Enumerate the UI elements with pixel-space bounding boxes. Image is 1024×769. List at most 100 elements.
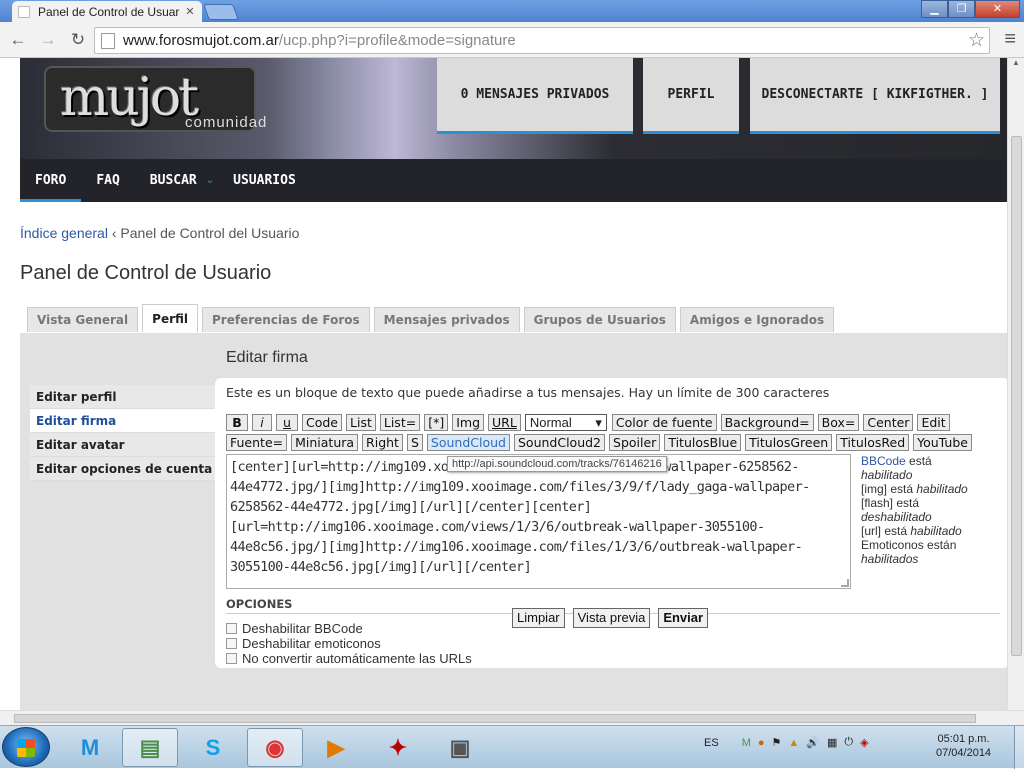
minimize-icon[interactable]: ▁ (921, 0, 948, 18)
movistar-tray-icon[interactable]: M (742, 737, 751, 749)
nav-foro[interactable]: FORO (20, 159, 82, 202)
tab-perfil[interactable]: Perfil (142, 304, 199, 332)
url-button[interactable]: URL (488, 414, 521, 431)
logout-link[interactable]: DESCONECTARTE [ KIKFIGTHER. ] (750, 58, 1000, 134)
flag-tray-icon[interactable]: ⚑ (772, 736, 782, 749)
movistar-icon[interactable]: M (62, 728, 118, 767)
hscroll-thumb[interactable] (14, 714, 976, 723)
resize-handle-icon[interactable] (841, 579, 849, 587)
tab-vista-general[interactable]: Vista General (27, 307, 139, 332)
spoiler-button[interactable]: Spoiler (609, 434, 661, 451)
maximize-icon[interactable]: ❐ (948, 0, 975, 18)
preview-button[interactable]: Vista previa (572, 608, 651, 628)
mujot-app-icon[interactable]: ▣ (432, 728, 488, 767)
nav-faq[interactable]: FAQ (81, 159, 134, 202)
list-item-button[interactable]: [*] (424, 414, 449, 431)
center-button[interactable]: Center (863, 414, 914, 431)
strike-button[interactable]: S (406, 434, 423, 451)
bold-button[interactable]: B (226, 414, 248, 431)
address-bar[interactable]: www.forosmujot.com.ar/ucp.php?i=profile&… (94, 27, 990, 54)
reload-icon[interactable]: ↻ (66, 28, 90, 52)
window-close-icon[interactable]: ✕ (975, 0, 1020, 18)
network-icon[interactable]: ▦ (827, 736, 837, 749)
right-button[interactable]: Right (362, 434, 403, 451)
titulosblue-button[interactable]: TitulosBlue (664, 434, 742, 451)
sidebar-item-editar-avatar[interactable]: Editar avatar (30, 433, 216, 457)
power-icon[interactable]: ⏻ (844, 736, 853, 749)
start-button[interactable] (2, 727, 50, 767)
sidebar-item-editar-opciones[interactable]: Editar opciones de cuenta (30, 457, 216, 481)
browser-toolbar: ← → ↻ www.forosmujot.com.ar/ucp.php?i=pr… (0, 22, 1024, 58)
browser-tab[interactable]: Panel de Control de Usuar ✕ (12, 1, 202, 22)
tab-grupos[interactable]: Grupos de Usuarios (523, 307, 676, 332)
browser-menu-icon[interactable]: ≡ (1004, 28, 1016, 51)
forward-icon[interactable]: → (36, 28, 60, 52)
underline-button[interactable]: u (276, 414, 298, 431)
chrome-icon[interactable]: ◉ (247, 728, 303, 767)
italic-button[interactable]: i (252, 414, 272, 431)
font-color-button[interactable]: Color de fuente (611, 414, 717, 431)
youtube-button[interactable]: YouTube (913, 434, 972, 451)
breadcrumb-current: Panel de Control del Usuario (120, 225, 300, 241)
breadcrumb-home[interactable]: Índice general (20, 225, 108, 241)
bookmark-star-icon[interactable]: ☆ (968, 29, 985, 52)
soundcloud2-button[interactable]: SoundCloud2 (513, 434, 606, 451)
edit-button[interactable]: Edit (917, 414, 950, 431)
soundcloud-button[interactable]: SoundCloud (426, 434, 510, 451)
font-size-select[interactable]: Normal ▾ (524, 414, 607, 431)
show-desktop-button[interactable] (1014, 726, 1024, 769)
scroll-thumb[interactable] (1011, 136, 1022, 656)
security-tray-icon[interactable]: ◈ (860, 736, 868, 749)
tab-mensajes[interactable]: Mensajes privados (373, 307, 520, 332)
nav-buscar[interactable]: BUSCAR (135, 159, 212, 202)
img-button[interactable]: Img (452, 414, 485, 431)
checkbox[interactable] (226, 623, 237, 634)
url-status-value: habilitado (910, 524, 962, 538)
thumbnail-button[interactable]: Miniatura (291, 434, 359, 451)
box-button[interactable]: Box= (817, 414, 860, 431)
option-disable-emoticons[interactable]: Deshabilitar emoticonos (226, 636, 381, 651)
skype-icon[interactable]: S (185, 728, 241, 767)
profile-link[interactable]: PERFIL (643, 58, 739, 134)
list-ordered-button[interactable]: List= (379, 414, 421, 431)
update-tray-icon[interactable]: ▲ (788, 737, 799, 749)
option-disable-bbcode[interactable]: Deshabilitar BBCode (226, 621, 363, 636)
antivirus-tray-icon[interactable]: ● (758, 737, 765, 749)
checkbox[interactable] (226, 653, 237, 664)
vertical-scrollbar[interactable]: ▲ (1007, 58, 1024, 710)
submit-button[interactable]: Enviar (658, 608, 709, 628)
signature-textarea[interactable]: [center][url=http://img109.xooi wallpaper… (226, 454, 851, 589)
media-player-icon[interactable]: ▶ (308, 728, 364, 767)
tab-amigos[interactable]: Amigos e Ignorados (679, 307, 835, 332)
bbcode-help-link[interactable]: BBCode (861, 454, 906, 468)
notepad-icon[interactable]: ▤ (122, 728, 178, 767)
private-messages-link[interactable]: 0 MENSAJES PRIVADOS (437, 58, 633, 134)
scroll-up-icon[interactable]: ▲ (1008, 58, 1024, 72)
clear-button[interactable]: Limpiar (512, 608, 565, 628)
tab-close-icon[interactable]: ✕ (184, 5, 196, 18)
code-button[interactable]: Code (302, 414, 343, 431)
new-tab-button[interactable] (203, 4, 239, 20)
site-logo-subtitle: comunidad (185, 114, 268, 131)
option-no-auto-urls[interactable]: No convertir automáticamente las URLs (226, 651, 472, 666)
background-button[interactable]: Background= (720, 414, 814, 431)
chevron-down-icon[interactable]: ⌄ (206, 175, 214, 186)
horizontal-scrollbar[interactable] (0, 710, 1024, 725)
titulosred-button[interactable]: TitulosRed (836, 434, 910, 451)
clock[interactable]: 05:01 p.m. 07/04/2014 (936, 732, 991, 760)
sidebar-item-editar-firma[interactable]: Editar firma (30, 409, 216, 433)
volume-icon[interactable]: 🔊 (806, 736, 820, 749)
checkbox[interactable] (226, 638, 237, 649)
back-icon[interactable]: ← (6, 28, 30, 52)
language-indicator[interactable]: ES (704, 737, 719, 749)
game-launcher-icon[interactable]: ✦ (370, 728, 426, 767)
tab-preferencias[interactable]: Preferencias de Foros (202, 307, 370, 332)
window-controls: ▁ ❐ ✕ (921, 0, 1020, 18)
sidebar-item-editar-perfil[interactable]: Editar perfil (30, 385, 216, 409)
site-banner: mujot comunidad 0 MENSAJES PRIVADOS PERF… (20, 58, 1007, 159)
nav-usuarios[interactable]: USUARIOS (218, 159, 311, 202)
list-button[interactable]: List (346, 414, 376, 431)
titulosgreen-button[interactable]: TitulosGreen (745, 434, 833, 451)
font-button[interactable]: Fuente= (226, 434, 288, 451)
signature-line-tail: wallpaper-6258562- (663, 459, 799, 475)
